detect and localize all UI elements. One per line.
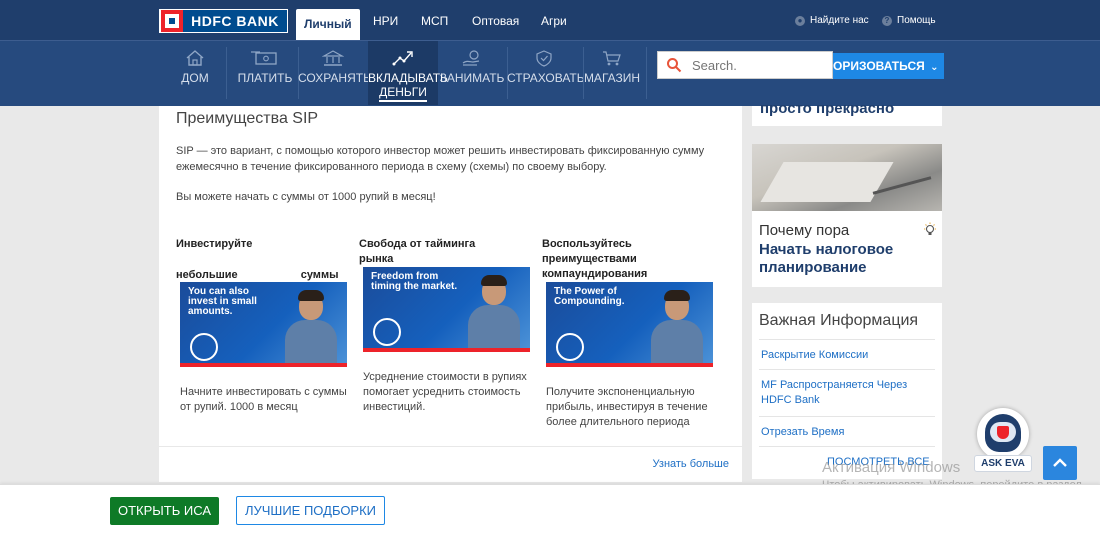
clock-icon [373, 318, 401, 346]
section-description: SIP — это вариант, с помощью которого ин… [176, 145, 705, 173]
nav-item-save[interactable]: СОХРАНЯТЬ [298, 41, 371, 105]
benefit-card: Воспользуйтесь преимуществами компаундир… [542, 237, 717, 428]
card-image: You can also invest in small amounts. [180, 282, 347, 367]
card-image: Freedom from timing the market. [363, 267, 530, 352]
nav-item-label: ДОМ [181, 71, 209, 85]
segment-tab-nri[interactable]: НРИ [373, 9, 398, 33]
ask-eva-chatbot-button[interactable]: ASK EVA [974, 408, 1032, 472]
benefit-card: Инвестируйте небольшие суммы You can als… [176, 237, 351, 413]
person-illustration [285, 290, 337, 367]
card-description: Начните инвестировать с суммы от рупий. … [180, 386, 347, 413]
card-image: The Power of Compounding. [546, 282, 713, 367]
hdfc-logo[interactable]: HDFC BANK [159, 9, 288, 33]
nav-item-label: МАГАЗИН [583, 71, 641, 85]
promo-line-1: Почему пора [759, 222, 850, 239]
search-box[interactable] [657, 51, 833, 79]
info-link-mf-distribution[interactable]: MF Распространяется Через HDFC Bank [761, 378, 931, 408]
nav-item-label: ЗАНИМАТЬ [439, 71, 505, 85]
hdfc-logo-mark-icon [161, 10, 183, 32]
section-title: Преимущества SIP [176, 110, 319, 127]
segment-tab-agri[interactable]: Агри [541, 9, 567, 33]
card-image-caption: Freedom from timing the market. [371, 271, 458, 292]
chevron-up-icon [1053, 458, 1067, 467]
min-amount-text: Вы можете начать с суммы от 1000 рупий в… [176, 191, 436, 203]
nav-item-label-line2: ДЕНЬГИ [379, 85, 427, 102]
main-nav-bar: ДОМ ПЛАТИТЬ СОХРАНЯТЬ ВКЛАДЫВАТЬ ДЕНЬГИ … [0, 40, 1100, 106]
bottom-action-bar: ОТКРЫТЬ ИСА ЛУЧШИЕ ПОДБОРКИ [0, 484, 1100, 537]
card-image-caption: The Power of Compounding. [554, 286, 625, 307]
card-image-caption: You can also invest in small amounts. [188, 286, 257, 317]
open-account-button[interactable]: ОТКРЫТЬ ИСА [110, 497, 219, 525]
chevron-down-icon: ⌄ [930, 62, 939, 73]
eva-label: ASK EVA [974, 455, 1032, 472]
nav-item-pay[interactable]: ПЛАТИТЬ [234, 41, 296, 105]
nav-item-label: ВКЛАДЫВАТЬ [368, 71, 448, 85]
search-input[interactable] [692, 57, 812, 73]
shield-icon [997, 426, 1009, 439]
person-illustration [651, 290, 703, 367]
find-us-link[interactable]: ● Найдите нас [795, 15, 869, 26]
nav-item-shop[interactable]: МАГАЗИН [583, 41, 641, 105]
windows-activation-watermark-title: Активация Windows [822, 459, 961, 476]
login-button[interactable]: ОРИЗОВАТЬСЯ ⌄ [833, 53, 944, 79]
promo-banner-top[interactable]: просто прекрасно [752, 100, 942, 126]
info-title: Важная Информация [759, 312, 919, 329]
top-bar: HDFC BANK Личный НРИ МСП Оптовая Агри ● … [0, 0, 1100, 40]
promo-line-2: Начать налоговое планирование [759, 241, 894, 276]
divider [159, 446, 742, 447]
nav-item-home[interactable]: ДОМ [170, 41, 220, 105]
nav-divider [646, 47, 647, 99]
nav-item-label: СОХРАНЯТЬ [298, 71, 371, 85]
shopping-cart-icon [603, 51, 621, 66]
segment-tab-wholesale[interactable]: Оптовая [472, 9, 519, 33]
learn-more-link[interactable]: Узнать больше [653, 458, 729, 470]
promo-text: просто прекрасно [760, 100, 895, 117]
card-title: Инвестируйте небольшие суммы [176, 229, 341, 281]
search-icon [667, 58, 682, 73]
laptop-desk-image [752, 144, 942, 211]
piggy-coin-icon [190, 333, 218, 361]
lightbulb-icon [924, 222, 936, 235]
insurance-shield-icon [536, 50, 552, 67]
tax-planning-promo[interactable]: Почему пора Начать налоговое планировани… [752, 144, 942, 287]
home-icon [186, 50, 204, 66]
nav-divider [226, 47, 227, 99]
info-link-commission[interactable]: Раскрытие Комиссии [761, 348, 931, 363]
find-us-label: Найдите нас [810, 15, 869, 26]
login-button-label: ОРИЗОВАТЬСЯ [833, 59, 925, 73]
best-picks-button[interactable]: ЛУЧШИЕ ПОДБОРКИ [236, 496, 385, 525]
benefit-card: Свобода от тайминга рынка Freedom from t… [359, 237, 534, 413]
location-pin-icon: ● [795, 15, 805, 26]
help-label: Помощь [897, 15, 936, 26]
help-link[interactable]: ? Помощь [882, 15, 936, 26]
segment-tab-msme[interactable]: МСП [421, 9, 448, 33]
card-description: Усреднение стоимости в рупиях помогает у… [363, 371, 527, 413]
help-question-icon: ? [882, 15, 892, 26]
important-info-box: Важная Информация Раскрытие Комиссии MF … [752, 303, 942, 479]
sip-benefits-panel: Преимущества SIP SIP — это вариант, с по… [159, 106, 742, 482]
borrow-coins-icon [462, 50, 480, 66]
bank-building-icon [322, 50, 344, 66]
invest-chart-icon [392, 51, 413, 66]
pay-card-icon [251, 51, 277, 65]
card-title: Воспользуйтесь преимуществами компаундир… [542, 238, 648, 280]
nav-item-borrow[interactable]: ЗАНИМАТЬ [438, 41, 506, 105]
dumbbell-icon [556, 333, 584, 361]
logo-text: HDFC BANK [183, 10, 287, 32]
nav-item-label: ПЛАТИТЬ [237, 71, 293, 85]
segment-tab-personal[interactable]: Личный [296, 9, 360, 40]
scroll-to-top-button[interactable] [1043, 446, 1077, 480]
card-description: Получите экспоненциальную прибыль, инвес… [546, 386, 708, 428]
info-link-cutoff-time[interactable]: Отрезать Время [761, 425, 931, 440]
nav-item-label: СТРАХОВАТЬ [507, 71, 585, 85]
nav-item-invest[interactable]: ВКЛАДЫВАТЬ ДЕНЬГИ [368, 41, 448, 105]
person-illustration [468, 275, 520, 352]
nav-item-insure[interactable]: СТРАХОВАТЬ [507, 41, 585, 105]
